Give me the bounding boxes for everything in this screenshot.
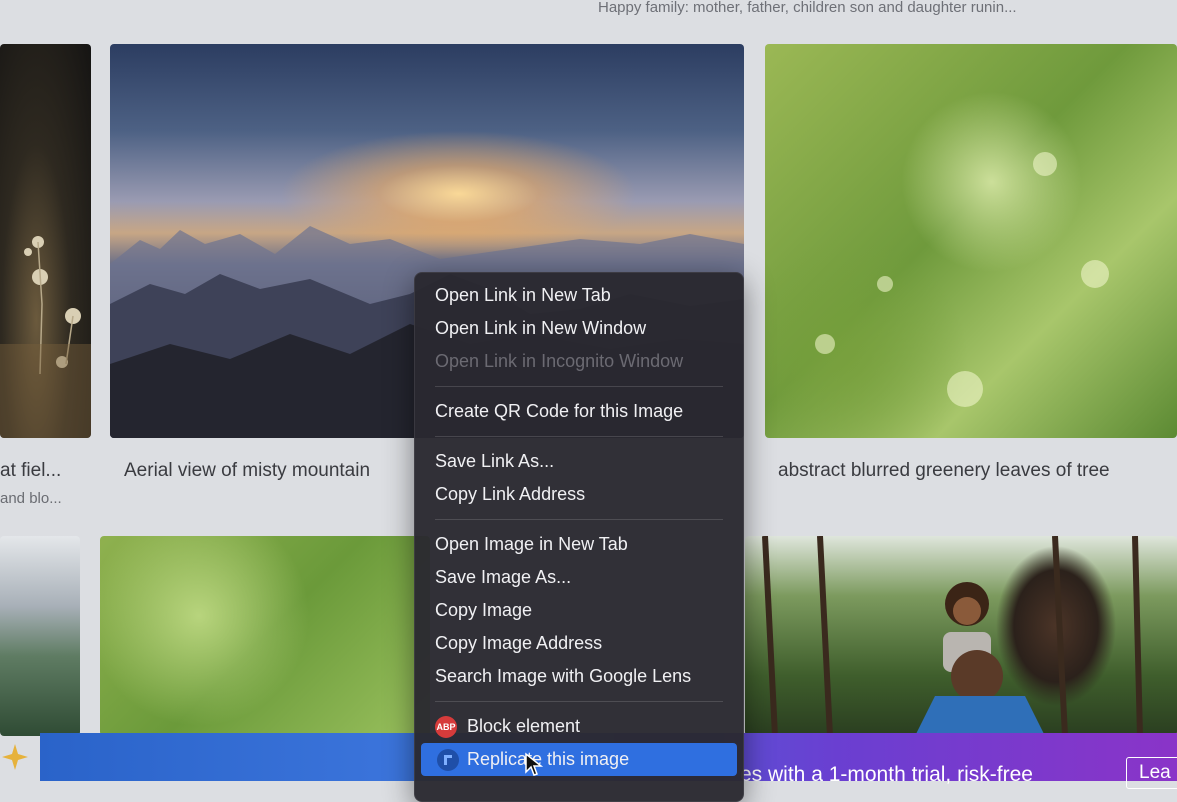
menu-item-search-google-lens[interactable]: Search Image with Google Lens xyxy=(415,660,743,693)
promo-learn-more-button[interactable]: Lea xyxy=(1126,757,1177,789)
menu-item-replicate-image[interactable]: Replicate this image xyxy=(421,743,737,776)
menu-separator xyxy=(435,386,723,387)
replicate-icon xyxy=(437,749,459,771)
menu-item-save-image-as[interactable]: Save Image As... xyxy=(415,561,743,594)
image-card-row2-green[interactable] xyxy=(100,536,430,736)
caption-left-line2[interactable]: and blo... xyxy=(0,490,62,507)
menu-item-save-link-as[interactable]: Save Link As... xyxy=(415,445,743,478)
menu-item-block-element[interactable]: ABP Block element xyxy=(415,710,743,743)
image-card-row2-left[interactable] xyxy=(0,536,80,736)
menu-item-copy-link-address[interactable]: Copy Link Address xyxy=(415,478,743,511)
menu-item-open-link-new-window[interactable]: Open Link in New Window xyxy=(415,312,743,345)
menu-separator xyxy=(435,436,723,437)
menu-item-open-link-incognito[interactable]: Open Link in Incognito Window xyxy=(415,345,743,378)
mouse-cursor-icon xyxy=(524,752,544,785)
menu-item-create-qr-code[interactable]: Create QR Code for this Image xyxy=(415,395,743,428)
caption-greenery[interactable]: abstract blurred greenery leaves of tree xyxy=(778,460,1177,482)
adblock-plus-icon: ABP xyxy=(435,716,457,738)
menu-separator xyxy=(435,701,723,702)
image-card-family[interactable] xyxy=(745,536,1177,736)
context-menu: Open Link in New Tab Open Link in New Wi… xyxy=(414,272,744,802)
menu-item-open-image-new-tab[interactable]: Open Image in New Tab xyxy=(415,528,743,561)
menu-item-copy-image-address[interactable]: Copy Image Address xyxy=(415,627,743,660)
flower-illustration xyxy=(0,236,91,438)
image-card-left[interactable] xyxy=(0,44,91,438)
image-card-greenery[interactable] xyxy=(765,44,1177,438)
caption-misty-mountain[interactable]: Aerial view of misty mountain xyxy=(124,460,424,482)
menu-item-copy-image[interactable]: Copy Image xyxy=(415,594,743,627)
banner-sparkle-icon xyxy=(0,742,30,772)
family-silhouette xyxy=(762,536,1143,736)
promo-banner-text: es with a 1-month trial, risk-free xyxy=(740,763,1033,786)
top-image-caption[interactable]: Happy family: mother, father, children s… xyxy=(598,0,1017,16)
menu-item-label: Replicate this image xyxy=(467,749,630,769)
menu-item-open-link-new-tab[interactable]: Open Link in New Tab xyxy=(415,279,743,312)
menu-separator xyxy=(435,519,723,520)
bokeh-lights xyxy=(815,152,1109,407)
caption-left-line1[interactable]: at fiel... xyxy=(0,460,91,482)
menu-item-label: Block element xyxy=(467,716,581,736)
